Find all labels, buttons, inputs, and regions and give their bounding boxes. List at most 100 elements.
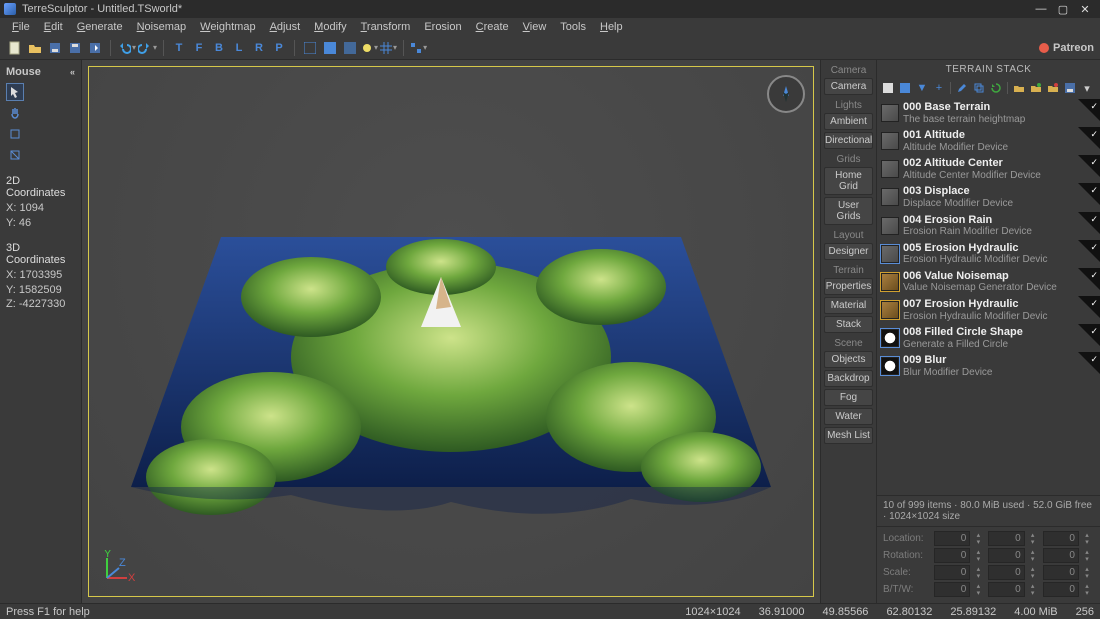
- stack-item[interactable]: 007 Erosion HydraulicErosion Hydraulic M…: [877, 296, 1100, 324]
- stack-edit-icon[interactable]: [955, 81, 969, 95]
- checkmark-icon[interactable]: [1078, 324, 1100, 346]
- menu-generate[interactable]: Generate: [71, 20, 129, 34]
- transform-field[interactable]: [934, 531, 970, 546]
- menu-create[interactable]: Create: [470, 20, 515, 34]
- menu-erosion[interactable]: Erosion: [418, 20, 467, 34]
- rotate-tool[interactable]: [6, 125, 24, 143]
- lighting-mode-button[interactable]: ▾: [361, 42, 378, 54]
- transform-field[interactable]: [934, 582, 970, 597]
- menu-edit[interactable]: Edit: [38, 20, 69, 34]
- snap-mode-button[interactable]: ▾: [410, 42, 427, 54]
- undo-button[interactable]: ▾: [117, 41, 136, 55]
- menu-tools[interactable]: Tools: [554, 20, 592, 34]
- menu-view[interactable]: View: [517, 20, 553, 34]
- view-left-button[interactable]: L: [230, 39, 248, 57]
- spinner[interactable]: ▴▾: [1028, 583, 1038, 597]
- menu-modify[interactable]: Modify: [308, 20, 352, 34]
- stack-save-icon[interactable]: [1063, 81, 1077, 95]
- checkmark-icon[interactable]: [1078, 155, 1100, 177]
- view-back-button[interactable]: B: [210, 39, 228, 57]
- category-water[interactable]: Water: [824, 408, 873, 425]
- transform-field[interactable]: [934, 565, 970, 580]
- view-persp-button[interactable]: P: [270, 39, 288, 57]
- new-file-button[interactable]: [6, 39, 24, 57]
- patreon-link[interactable]: Patreon: [1039, 42, 1094, 54]
- checkmark-icon[interactable]: [1078, 352, 1100, 374]
- spinner[interactable]: ▴▾: [1082, 532, 1092, 546]
- spinner[interactable]: ▴▾: [1082, 583, 1092, 597]
- transform-field[interactable]: [1043, 548, 1079, 563]
- view-top-button[interactable]: T: [170, 39, 188, 57]
- stack-item[interactable]: 000 Base TerrainThe base terrain heightm…: [877, 99, 1100, 127]
- category-ambient[interactable]: Ambient: [824, 113, 873, 130]
- zoom-tool[interactable]: [6, 146, 24, 164]
- spinner[interactable]: ▴▾: [973, 566, 983, 580]
- stack-item[interactable]: 006 Value NoisemapValue Noisemap Generat…: [877, 268, 1100, 296]
- grid-mode-button[interactable]: ▾: [380, 42, 397, 54]
- stack-move-down-icon[interactable]: ▼: [915, 81, 929, 95]
- open-file-button[interactable]: [26, 39, 44, 57]
- stack-open2-icon[interactable]: [1029, 81, 1043, 95]
- transform-field[interactable]: [1043, 565, 1079, 580]
- menu-help[interactable]: Help: [594, 20, 629, 34]
- category-user-grids[interactable]: User Grids: [824, 197, 873, 225]
- stack-menu-icon[interactable]: ▾: [1080, 81, 1094, 95]
- view-front-button[interactable]: F: [190, 39, 208, 57]
- transform-field[interactable]: [934, 548, 970, 563]
- category-home-grid[interactable]: Home Grid: [824, 167, 873, 195]
- select-tool[interactable]: [6, 83, 24, 101]
- stack-toggle-icon[interactable]: [898, 81, 912, 95]
- category-fog[interactable]: Fog: [824, 389, 873, 406]
- category-material[interactable]: Material: [824, 297, 873, 314]
- spinner[interactable]: ▴▾: [1028, 549, 1038, 563]
- transform-field[interactable]: [988, 565, 1024, 580]
- close-button[interactable]: ✕: [1074, 2, 1096, 16]
- viewport-3d[interactable]: Y X Z: [88, 66, 814, 597]
- spinner[interactable]: ▴▾: [973, 549, 983, 563]
- stack-open-icon[interactable]: [1012, 81, 1026, 95]
- compass-widget[interactable]: [767, 75, 805, 113]
- spinner[interactable]: ▴▾: [973, 583, 983, 597]
- stack-item[interactable]: 004 Erosion RainErosion Rain Modifier De…: [877, 212, 1100, 240]
- stack-open3-icon[interactable]: [1046, 81, 1060, 95]
- stack-item[interactable]: 003 DisplaceDisplace Modifier Device: [877, 183, 1100, 211]
- show-shaded-button[interactable]: [341, 39, 359, 57]
- category-designer[interactable]: Designer: [824, 243, 873, 260]
- redo-button[interactable]: ▾: [138, 41, 157, 55]
- transform-field[interactable]: [988, 548, 1024, 563]
- menu-weightmap[interactable]: Weightmap: [194, 20, 261, 34]
- mouse-panel-header[interactable]: Mouse«: [6, 64, 75, 80]
- stack-toggle-all-icon[interactable]: [881, 81, 895, 95]
- stack-item[interactable]: 008 Filled Circle ShapeGenerate a Filled…: [877, 324, 1100, 352]
- spinner[interactable]: ▴▾: [973, 532, 983, 546]
- category-objects[interactable]: Objects: [824, 351, 873, 368]
- show-solid-button[interactable]: [321, 39, 339, 57]
- axis-gizmo[interactable]: Y X Z: [101, 550, 135, 584]
- checkmark-icon[interactable]: [1078, 240, 1100, 262]
- spinner[interactable]: ▴▾: [1028, 566, 1038, 580]
- transform-field[interactable]: [1043, 582, 1079, 597]
- pan-tool[interactable]: [6, 104, 24, 122]
- category-mesh-list[interactable]: Mesh List: [824, 427, 873, 444]
- save-file-button[interactable]: [46, 39, 64, 57]
- stack-item[interactable]: 002 Altitude CenterAltitude Center Modif…: [877, 155, 1100, 183]
- stack-item[interactable]: 005 Erosion HydraulicErosion Hydraulic M…: [877, 240, 1100, 268]
- checkmark-icon[interactable]: [1078, 127, 1100, 149]
- stack-refresh-icon[interactable]: [989, 81, 1003, 95]
- checkmark-icon[interactable]: [1078, 296, 1100, 318]
- view-right-button[interactable]: R: [250, 39, 268, 57]
- category-directional[interactable]: Directional: [824, 132, 873, 149]
- menu-noisemap[interactable]: Noisemap: [131, 20, 193, 34]
- maximize-button[interactable]: ▢: [1052, 2, 1074, 16]
- category-camera[interactable]: Camera: [824, 78, 873, 95]
- transform-field[interactable]: [1043, 531, 1079, 546]
- checkmark-icon[interactable]: [1078, 268, 1100, 290]
- spinner[interactable]: ▴▾: [1028, 532, 1038, 546]
- checkmark-icon[interactable]: [1078, 183, 1100, 205]
- menu-file[interactable]: File: [6, 20, 36, 34]
- transform-field[interactable]: [988, 531, 1024, 546]
- stack-item[interactable]: 009 BlurBlur Modifier Device: [877, 352, 1100, 380]
- stack-add-icon[interactable]: +: [932, 81, 946, 95]
- category-stack[interactable]: Stack: [824, 316, 873, 333]
- spinner[interactable]: ▴▾: [1082, 549, 1092, 563]
